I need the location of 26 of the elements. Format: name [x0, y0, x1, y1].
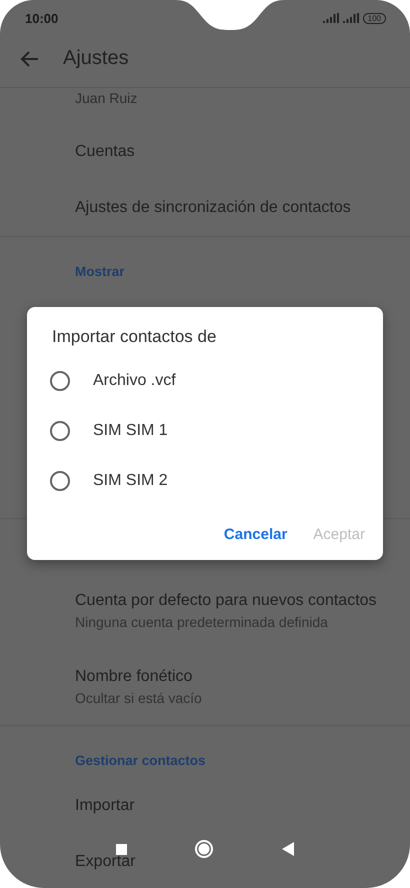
radio-button[interactable]	[50, 471, 70, 491]
status-time: 10:00	[25, 10, 58, 26]
radio-option[interactable]: SIM SIM 1	[27, 406, 383, 456]
section-header: Mostrar	[75, 263, 126, 281]
settings-item[interactable]: Ajustes de sincronización de contactos	[75, 197, 410, 219]
radio-option[interactable]: SIM SIM 2	[27, 456, 383, 506]
signal-icon	[342, 13, 359, 23]
battery-level: 100	[362, 12, 386, 24]
account-name[interactable]: Juan Ruiz	[75, 88, 410, 108]
radio-button[interactable]	[50, 371, 70, 391]
radio-button[interactable]	[50, 421, 70, 441]
settings-item[interactable]: Cuenta por defecto para nuevos contactos	[75, 590, 410, 612]
dialog-button[interactable]: Cancelar	[214, 518, 298, 551]
radio-option[interactable]: Archivo .vcf	[27, 356, 383, 406]
toolbar-title: Ajustes	[63, 47, 129, 70]
section-header: Gestionar contactos	[75, 752, 207, 770]
settings-item[interactable]: Importar	[75, 795, 410, 817]
settings-item[interactable]: Cuentas	[75, 141, 410, 163]
dialog-title: Importar contactos de	[51, 326, 218, 348]
recents-icon[interactable]	[116, 844, 126, 854]
home-icon[interactable]	[194, 840, 212, 858]
settings-item[interactable]: Exportar	[75, 851, 410, 873]
back-arrow-icon[interactable]	[20, 48, 40, 68]
back-icon[interactable]	[280, 842, 294, 856]
signal-icon	[322, 13, 339, 23]
settings-item[interactable]: Nombre fonético	[75, 666, 410, 688]
